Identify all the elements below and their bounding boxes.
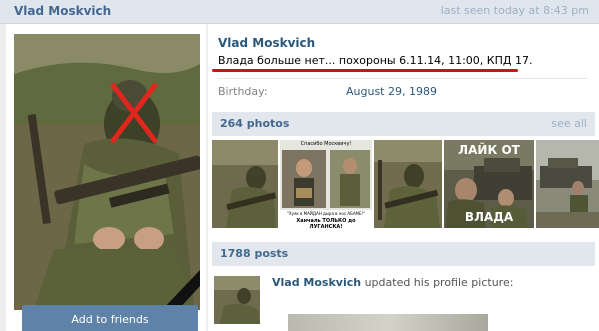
header-profile-name[interactable]: Vlad Moskvich bbox=[14, 4, 111, 18]
photo-thumbnail[interactable]: ЛАЙК ОТ ВЛАДА bbox=[444, 140, 534, 228]
posts-count[interactable]: 1788 posts bbox=[220, 247, 288, 260]
birthday-value[interactable]: August 29, 1989 bbox=[346, 85, 437, 98]
photo-caption-bottom: "Хуяк в МАЙДАН дыра в нос АБАМЕ!" bbox=[287, 211, 365, 216]
profile-name: Vlad Moskvich bbox=[218, 36, 316, 50]
photo-caption-top: Спасибо Москвичу! bbox=[300, 141, 352, 147]
photo-image bbox=[536, 140, 599, 228]
photos-see-all-link[interactable]: see all bbox=[551, 117, 587, 130]
photo-caption-bottom: ВЛАДА bbox=[464, 210, 514, 224]
post-action-text: updated his profile picture: bbox=[361, 276, 514, 289]
post-avatar-image bbox=[214, 276, 260, 324]
photo-image bbox=[374, 140, 442, 228]
avatar-image bbox=[14, 34, 200, 310]
right-column: Vlad Moskvich Влада больше нет... похоро… bbox=[208, 24, 599, 331]
photo-strip: Спасибо Москвичу! "Хуяк в МАЙДАН дыра в … bbox=[212, 140, 599, 228]
photo-caption-bottom: Ханчаль ТОЛЬКО до ЛУГАНСКА! bbox=[296, 218, 356, 228]
add-to-friends-button[interactable]: Add to friends bbox=[22, 305, 198, 331]
photos-section-header[interactable]: 264 photos see all bbox=[212, 112, 595, 136]
photo-caption-top: ЛАЙК ОТ bbox=[458, 143, 520, 157]
photo-thumbnail[interactable] bbox=[212, 140, 278, 228]
post-author-link[interactable]: Vlad Moskvich bbox=[272, 276, 361, 289]
last-seen-status: last seen today at 8:43 pm bbox=[440, 4, 589, 17]
photo-thumbnail[interactable]: Спасибо Москвичу! "Хуяк в МАЙДАН дыра в … bbox=[280, 140, 372, 228]
divider bbox=[218, 78, 588, 79]
photo-thumbnail[interactable] bbox=[536, 140, 599, 228]
status-red-underline bbox=[212, 69, 518, 72]
profile-header-bar: Vlad Moskvich last seen today at 8:43 pm bbox=[0, 0, 599, 24]
post-image[interactable] bbox=[288, 314, 488, 331]
photo-thumbnail[interactable] bbox=[374, 140, 442, 228]
photo-image bbox=[212, 140, 278, 228]
posts-section-header[interactable]: 1788 posts bbox=[212, 242, 595, 266]
post-header: Vlad Moskvich updated his profile pictur… bbox=[272, 276, 513, 289]
profile-avatar[interactable] bbox=[14, 34, 200, 310]
profile-status[interactable]: Влада больше нет... похороны 6.11.14, 11… bbox=[218, 54, 532, 67]
birthday-label: Birthday: bbox=[218, 85, 268, 98]
left-column: Add to friends bbox=[6, 24, 206, 331]
photos-count[interactable]: 264 photos bbox=[220, 117, 289, 130]
post-author-avatar[interactable] bbox=[214, 276, 260, 324]
